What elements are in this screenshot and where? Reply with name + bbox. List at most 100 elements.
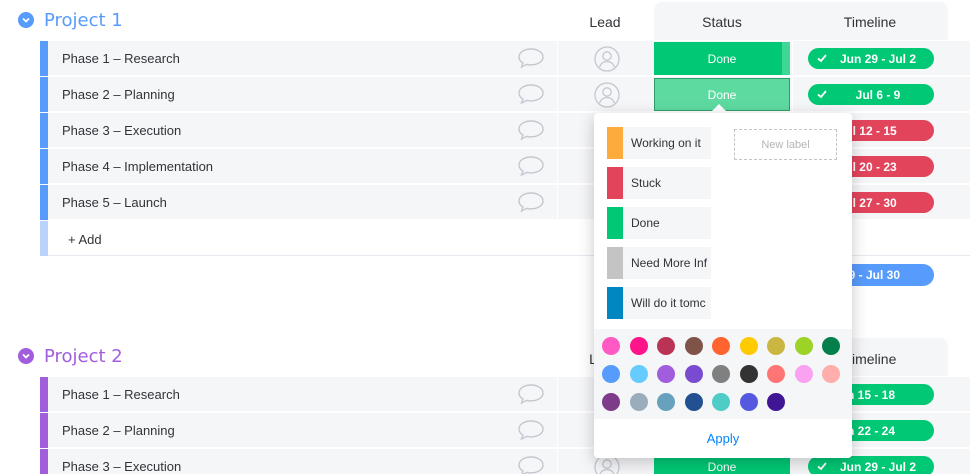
comment-bubble-icon[interactable] [517, 191, 545, 213]
status-option-need-more-info[interactable]: Need More Inf [607, 247, 711, 279]
group-color-bar [40, 221, 48, 256]
item-name[interactable]: Phase 5 – Launch [62, 195, 167, 210]
lead-cell[interactable] [557, 41, 653, 76]
add-item-label[interactable]: + Add [68, 232, 102, 247]
color-swatch[interactable] [629, 365, 648, 383]
status-swatch [607, 167, 623, 199]
color-swatch[interactable] [657, 337, 675, 355]
apply-button[interactable]: Apply [594, 431, 852, 446]
status-option-label: Working on it [631, 136, 701, 150]
timeline-pill[interactable]: Jun 29 - Jul 2 [808, 48, 934, 69]
comment-bubble-icon[interactable] [517, 383, 545, 405]
color-swatch[interactable] [767, 365, 785, 383]
item-name[interactable]: Phase 3 – Execution [62, 459, 181, 474]
status-option-stuck[interactable]: Stuck [607, 167, 711, 199]
timeline-column-header[interactable]: Timeline [792, 14, 948, 30]
color-swatch[interactable] [767, 393, 785, 411]
person-avatar-icon [594, 82, 620, 108]
item-name[interactable]: Phase 1 – Research [62, 51, 180, 66]
timeline-text: Jun 29 - Jul 2 [839, 459, 917, 474]
comment-bubble-icon[interactable] [517, 47, 545, 69]
color-swatch[interactable] [794, 365, 813, 383]
group-color-bar [40, 449, 48, 474]
check-icon [817, 462, 827, 471]
color-swatch[interactable] [657, 365, 675, 383]
timeline-text: n 15 - 18 [846, 387, 896, 402]
group-color-bar [40, 185, 48, 220]
check-icon [817, 90, 827, 99]
status-cell[interactable]: Done [654, 42, 790, 75]
group-color-bar [40, 377, 48, 412]
color-palette [594, 329, 852, 419]
status-option-label: Done [631, 216, 660, 230]
check-icon [817, 54, 827, 63]
item-name[interactable]: Phase 4 – Implementation [62, 159, 213, 174]
group-color-bar [40, 149, 48, 184]
status-swatch [607, 127, 623, 159]
status-option-working[interactable]: Working on it [607, 127, 711, 159]
color-swatch[interactable] [822, 337, 840, 355]
status-option-will-do-tomorrow[interactable]: Will do it tomc [607, 287, 711, 319]
timeline-text: n 22 - 24 [846, 423, 896, 438]
color-swatch[interactable] [739, 337, 758, 355]
color-swatch[interactable] [739, 393, 758, 411]
timeline-pill[interactable]: Jun 29 - Jul 2 [808, 456, 934, 474]
comment-bubble-icon[interactable] [517, 119, 545, 141]
color-swatch[interactable] [794, 337, 813, 355]
item-name[interactable]: Phase 3 – Execution [62, 123, 181, 138]
color-swatch[interactable] [712, 365, 730, 383]
color-swatch[interactable] [712, 393, 730, 411]
timeline-pill[interactable]: Jul 6 - 9 [808, 84, 934, 105]
lead-cell[interactable] [557, 77, 653, 112]
comment-bubble-icon[interactable] [517, 455, 545, 474]
item-name[interactable]: Phase 2 – Planning [62, 423, 175, 438]
color-swatch[interactable] [684, 337, 703, 355]
status-option-label: Stuck [631, 176, 662, 190]
table-row[interactable]: Phase 1 – Research Done Jun 29 - Jul 2 [40, 41, 970, 76]
comment-bubble-icon[interactable] [517, 419, 545, 441]
comment-bubble-icon[interactable] [517, 155, 545, 177]
status-swatch [607, 287, 623, 319]
color-swatch[interactable] [822, 365, 840, 383]
status-option-label: Will do it tomc [631, 296, 706, 310]
status-swatch [607, 247, 623, 279]
color-swatch[interactable] [739, 365, 758, 383]
timeline-column-header[interactable]: imeline [852, 351, 912, 367]
group-1-toggle[interactable] [18, 12, 34, 28]
color-swatch[interactable] [684, 365, 703, 383]
status-label-picker: Working on it Stuck Done Need More Inf W… [594, 113, 852, 458]
group-color-bar [40, 77, 48, 112]
group-1-title[interactable]: Project 1 [44, 10, 123, 31]
table-row[interactable]: Phase 2 – Planning Done Jul 6 - 9 [40, 77, 970, 112]
color-swatch[interactable] [712, 337, 730, 355]
color-swatch[interactable] [602, 393, 620, 411]
color-swatch[interactable] [629, 337, 648, 355]
timeline-text: ul 12 - 15 [845, 123, 897, 138]
color-swatch[interactable] [684, 393, 703, 411]
item-name[interactable]: Phase 1 – Research [62, 387, 180, 402]
chevron-down-icon [22, 353, 30, 359]
group-color-bar [40, 113, 48, 148]
group-2-title[interactable]: Project 2 [44, 346, 123, 367]
color-swatch[interactable] [602, 337, 620, 355]
color-swatch[interactable] [602, 365, 620, 383]
color-swatch[interactable] [767, 337, 785, 355]
color-swatch[interactable] [629, 393, 648, 411]
timeline-text: ul 27 - 30 [845, 195, 897, 210]
item-name[interactable]: Phase 2 – Planning [62, 87, 175, 102]
status-swatch [607, 207, 623, 239]
lead-column-header[interactable]: Lead [557, 14, 653, 30]
status-fold [782, 42, 790, 75]
timeline-text: Jun 29 - Jul 2 [839, 51, 917, 66]
chevron-down-icon [22, 17, 30, 23]
status-column-header[interactable]: Status [654, 14, 790, 30]
person-avatar-icon [594, 46, 620, 72]
group-2-toggle[interactable] [18, 348, 34, 364]
color-swatch[interactable] [657, 393, 675, 411]
popup-arrow [710, 104, 728, 113]
status-option-done[interactable]: Done [607, 207, 711, 239]
status-option-label: Need More Inf [631, 256, 708, 270]
new-label-input[interactable]: New label [734, 129, 837, 160]
comment-bubble-icon[interactable] [517, 83, 545, 105]
timeline-text: ul 20 - 23 [845, 159, 897, 174]
